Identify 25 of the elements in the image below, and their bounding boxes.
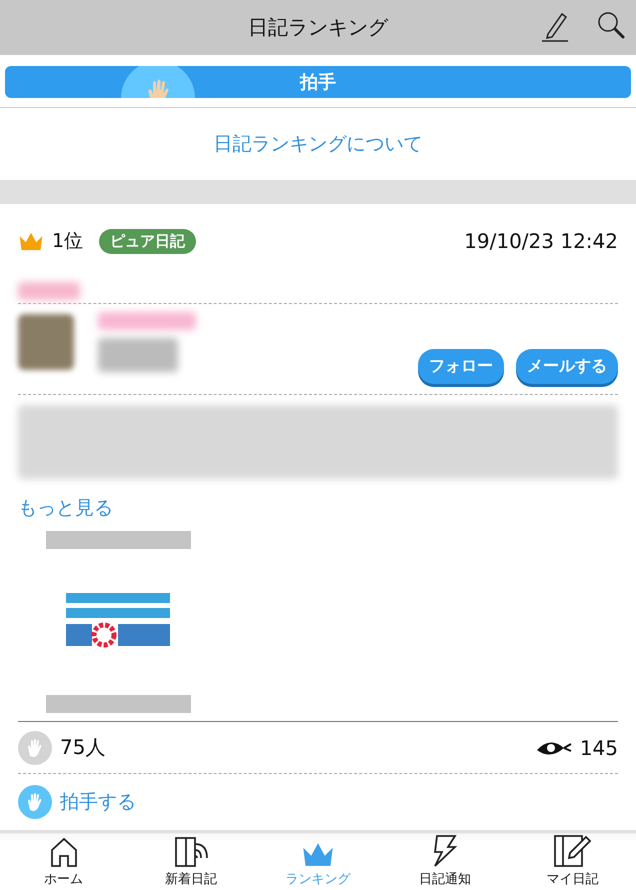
book-signal-icon <box>172 836 209 868</box>
read-more-link[interactable]: もっと見る <box>18 489 618 531</box>
clap-banner[interactable]: 拍手 <box>5 66 631 98</box>
tab-item[interactable]: ランキング <box>254 834 382 890</box>
tab-item[interactable]: ホーム <box>0 834 128 890</box>
view-count: 145 <box>580 736 618 760</box>
crown-icon <box>301 840 335 868</box>
post-date: 19/10/23 12:42 <box>464 229 618 253</box>
about-ranking-link[interactable]: 日記ランキングについて <box>214 131 422 157</box>
blurred-title <box>18 282 80 300</box>
follow-button[interactable]: フォロー <box>418 349 504 384</box>
clap-count: 75人 <box>60 734 106 761</box>
mail-button[interactable]: メールする <box>516 349 618 384</box>
clap-button[interactable]: 拍手する <box>18 785 136 819</box>
lightning-icon <box>431 834 460 868</box>
home-icon <box>48 836 79 868</box>
tab-item[interactable]: 日記通知 <box>382 834 509 890</box>
avatar-placeholder <box>18 314 74 370</box>
page-title: 日記ランキング <box>248 14 388 41</box>
crown-icon <box>18 230 44 252</box>
tab-item[interactable]: マイ日記 <box>508 834 636 890</box>
diary-type-badge: ピュア日記 <box>99 228 196 254</box>
rank-label: 1位 <box>52 229 84 254</box>
tab-item[interactable]: 新着日記 <box>127 834 254 890</box>
pencil-icon[interactable] <box>540 10 570 42</box>
